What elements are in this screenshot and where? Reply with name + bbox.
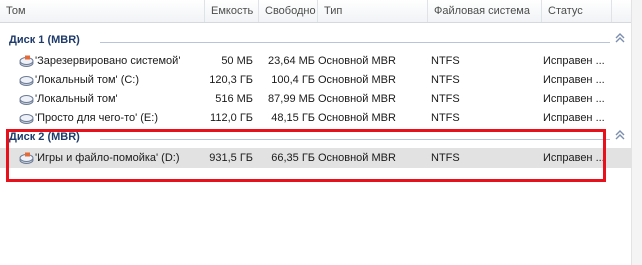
group-label: Диск 1 (MBR)	[9, 34, 80, 46]
group-header-disk-1[interactable]: Диск 1 (MBR)	[0, 33, 632, 49]
column-filesystem[interactable]: Файловая система	[428, 0, 542, 22]
volume-type: Основной MBR	[318, 152, 396, 164]
volume-type: Основной MBR	[318, 93, 396, 105]
volume-free: 66,35 ГБ	[271, 152, 315, 164]
volume-type: Основной MBR	[318, 112, 396, 124]
volume-row[interactable]: 'Просто для чего-то' (E:) 112,0 ГБ 48,15…	[0, 108, 632, 128]
volume-capacity: 112,0 ГБ	[210, 112, 253, 124]
volume-free: 100,4 ГБ	[271, 74, 315, 86]
group-header-disk-2[interactable]: Диск 2 (MBR)	[0, 130, 632, 146]
column-capacity[interactable]: Емкость	[205, 0, 259, 22]
chevron-double-up-icon[interactable]	[614, 130, 626, 144]
column-volume[interactable]: Том	[0, 0, 205, 22]
disk-volume-icon	[19, 92, 34, 106]
volume-list-view: Том Емкость Свободно Тип Файловая систем…	[0, 0, 642, 265]
volume-name: 'Локальный том' (C:)	[35, 74, 140, 86]
volume-name: 'Локальный том'	[35, 93, 118, 105]
column-header: Том Емкость Свободно Тип Файловая систем…	[0, 0, 632, 23]
volume-row[interactable]: 'Локальный том' (C:) 120,3 ГБ 100,4 ГБ О…	[0, 70, 632, 90]
volume-status: Исправен ...	[543, 93, 605, 105]
volume-status: Исправен ...	[543, 152, 605, 164]
volume-capacity: 120,3 ГБ	[209, 74, 253, 86]
volume-type: Основной MBR	[318, 74, 396, 86]
group-divider	[100, 139, 610, 140]
volume-row[interactable]: 'Зарезервировано системой' 50 МБ 23,64 М…	[0, 51, 632, 71]
volume-filesystem: NTFS	[431, 93, 460, 105]
volume-status: Исправен ...	[543, 74, 605, 86]
column-type[interactable]: Тип	[318, 0, 428, 22]
volume-row[interactable]: 'Локальный том' 516 МБ 87,99 МБ Основной…	[0, 89, 632, 109]
volume-free: 48,15 ГБ	[271, 112, 315, 124]
volume-capacity: 931,5 ГБ	[209, 152, 253, 164]
volume-filesystem: NTFS	[431, 55, 460, 67]
volume-filesystem: NTFS	[431, 152, 460, 164]
disk-volume-icon	[19, 111, 34, 125]
volume-name: 'Просто для чего-то' (E:)	[35, 112, 158, 124]
volume-name: 'Игры и файло-помойка' (D:)	[35, 152, 180, 164]
disk-volume-icon	[19, 54, 34, 68]
disk-volume-icon	[19, 73, 34, 87]
volume-status: Исправен ...	[543, 55, 605, 67]
volume-type: Основной MBR	[318, 55, 396, 67]
column-status[interactable]: Статус	[542, 0, 612, 22]
volume-capacity: 516 МБ	[215, 93, 253, 105]
chevron-double-up-icon[interactable]	[614, 33, 626, 47]
column-free[interactable]: Свободно	[259, 0, 318, 22]
disk-volume-icon	[19, 151, 34, 165]
volume-free: 87,99 МБ	[268, 93, 315, 105]
volume-row-selected[interactable]: 'Игры и файло-помойка' (D:) 931,5 ГБ 66,…	[0, 148, 632, 168]
volume-capacity: 50 МБ	[221, 55, 253, 67]
group-label: Диск 2 (MBR)	[9, 131, 80, 143]
group-divider	[100, 42, 610, 43]
volume-filesystem: NTFS	[431, 74, 460, 86]
volume-filesystem: NTFS	[431, 112, 460, 124]
volume-status: Исправен ...	[543, 112, 605, 124]
volume-name: 'Зарезервировано системой'	[35, 55, 181, 67]
vertical-scrollbar[interactable]	[631, 0, 642, 265]
volume-free: 23,64 МБ	[268, 55, 315, 67]
